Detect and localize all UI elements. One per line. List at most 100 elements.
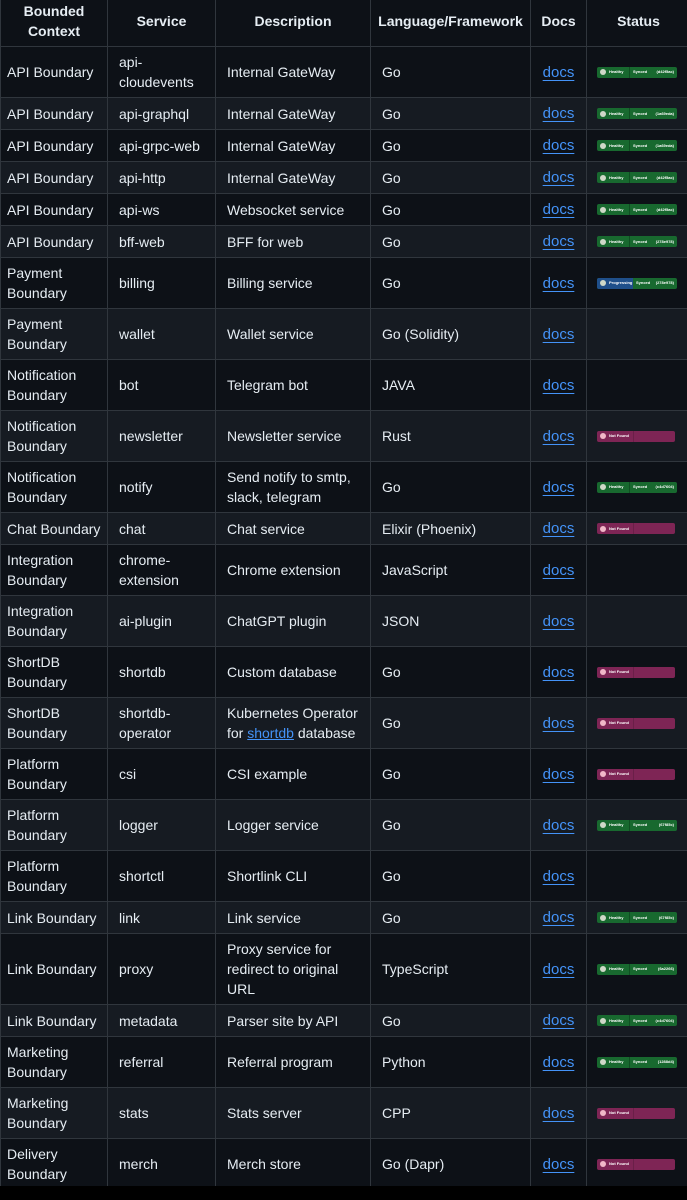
status-badge[interactable]: Healthy Synced (c4d7604) [597,1015,677,1026]
table-row: Chat Boundary chat Chat service Elixir (Pho… [0,512,687,545]
description-cell: BFF for web [215,225,371,258]
health-label: Healthy [609,914,624,920]
status-cell: Healthy Synced (278e978) [586,225,687,258]
status-badge[interactable]: Healthy Synced (d42f5ac) [597,204,677,215]
docs-link[interactable]: docs [543,817,575,834]
docs-link[interactable]: docs [543,562,575,579]
sync-label: Synced [633,1017,648,1023]
status-badge[interactable]: Not Found [597,768,675,780]
status-cell [586,544,687,596]
docs-link[interactable]: docs [543,1012,575,1029]
docs-link[interactable]: docs [543,326,575,343]
service-cell: csi [107,748,216,800]
status-badge[interactable]: Healthy Synced (d42f5ac) [597,172,677,183]
sync-segment: Synced (c4d7604) [630,482,677,493]
sync-segment [634,718,675,729]
table-row: API Boundary api-graphql Internal GateWay G… [0,97,687,130]
docs-link[interactable]: docs [543,377,575,394]
sync-segment [634,1159,675,1170]
docs-link[interactable]: docs [543,479,575,496]
docs-link[interactable]: docs [543,1105,575,1122]
docs-link[interactable]: docs [543,715,575,732]
revision-label: (c4d7604) [655,484,674,489]
table-body: API Boundary api-cloudevents Internal Gate… [0,46,687,1186]
language-cell: Go [370,257,531,309]
description-cell: Internal GateWay [215,97,371,130]
status-cell: Healthy Synced (67f85c) [586,901,687,934]
status-badge[interactable]: Not Found [597,666,675,678]
docs-link[interactable]: docs [543,868,575,885]
language-cell: Go [370,697,531,749]
table-row: Link Boundary link Link service Go docs Healt… [0,901,687,934]
status-badge[interactable]: Healthy Synced (d42f5ac) [597,66,677,78]
language-cell: JavaScript [370,544,531,596]
docs-link[interactable]: docs [543,169,575,186]
sync-label: Synced [633,484,648,489]
docs-link[interactable]: docs [543,1156,575,1173]
health-label: Not Found [609,525,629,531]
health-label: Progressing [609,280,633,285]
status-badge[interactable]: Healthy Synced (67f85c) [597,912,677,923]
docs-link[interactable]: docs [543,233,575,250]
health-label: Healthy [609,1059,624,1064]
docs-link[interactable]: docs [543,766,575,783]
service-cell: merch [107,1138,216,1186]
docs-link[interactable]: docs [543,520,575,537]
docs-link[interactable]: docs [543,201,575,218]
health-icon [600,525,606,532]
status-cell: Healthy Synced (d42f5ac) [586,161,687,194]
table-row: API Boundary api-ws Websocket service Go doc… [0,193,687,226]
status-cell: Not Found [586,646,687,698]
health-label: Healthy [609,1017,624,1023]
sync-label: Synced [636,280,651,285]
docs-link[interactable]: docs [543,137,575,154]
health-segment: Not Found [597,1158,634,1170]
health-icon [600,238,606,245]
status-cell: Not Found [586,512,687,545]
status-badge[interactable]: Not Found [597,523,675,534]
language-cell: Go [370,129,531,162]
bounded-context-cell: Platform Boundary [0,748,108,800]
docs-link[interactable]: docs [543,275,575,292]
status-badge[interactable]: Not Found [597,1107,675,1119]
language-cell: Go [370,901,531,934]
table-row: Marketing Boundary referral Referral progr… [0,1036,687,1088]
status-badge[interactable]: Progressing Synced (278e978) [597,277,677,289]
revision-label: (d42f5ac) [656,69,674,74]
docs-link[interactable]: docs [543,1054,575,1071]
status-badge[interactable]: Healthy Synced (1a69eda) [597,140,677,151]
docs-link[interactable]: docs [543,428,575,445]
status-badge[interactable]: Healthy Synced (1288d4) [597,1056,677,1068]
language-cell: Go [370,850,531,902]
status-cell: Healthy Synced (1a69eda) [586,129,687,162]
sync-segment [634,523,675,534]
service-cell: api-ws [107,193,216,226]
status-badge[interactable]: Not Found [597,717,675,729]
health-segment: Healthy [597,1056,630,1068]
docs-link[interactable]: docs [543,664,575,681]
shortdb-link[interactable]: shortdb [247,725,294,741]
status-badge[interactable]: Not Found [597,430,675,442]
status-badge[interactable]: Healthy Synced (278e978) [597,236,677,247]
service-cell: chat [107,512,216,545]
docs-link[interactable]: docs [543,64,575,81]
bounded-context-cell: API Boundary [0,225,108,258]
revision-label: (c4d7604) [655,1017,674,1023]
status-badge[interactable]: Not Found [597,1158,675,1170]
docs-link[interactable]: docs [543,613,575,630]
table-row: Payment Boundary wallet Wallet service Go (… [0,308,687,360]
service-cell: newsletter [107,410,216,462]
docs-link[interactable]: docs [543,961,575,978]
bounded-context-cell: Notification Boundary [0,359,108,411]
health-label: Not Found [609,1110,629,1115]
docs-link[interactable]: docs [543,105,575,122]
sync-segment [634,431,675,442]
docs-link[interactable]: docs [543,909,575,926]
health-icon [600,914,606,921]
status-badge[interactable]: Healthy Synced (6a2266) [597,963,677,975]
status-badge[interactable]: Healthy Synced (1a69eda) [597,108,677,119]
health-segment: Not Found [597,717,634,729]
status-badge[interactable]: Healthy Synced (67f85c) [597,819,677,831]
description-cell: Proxy service for redirect to original U… [215,933,371,1005]
status-badge[interactable]: Healthy Synced (c4d7604) [597,481,677,493]
